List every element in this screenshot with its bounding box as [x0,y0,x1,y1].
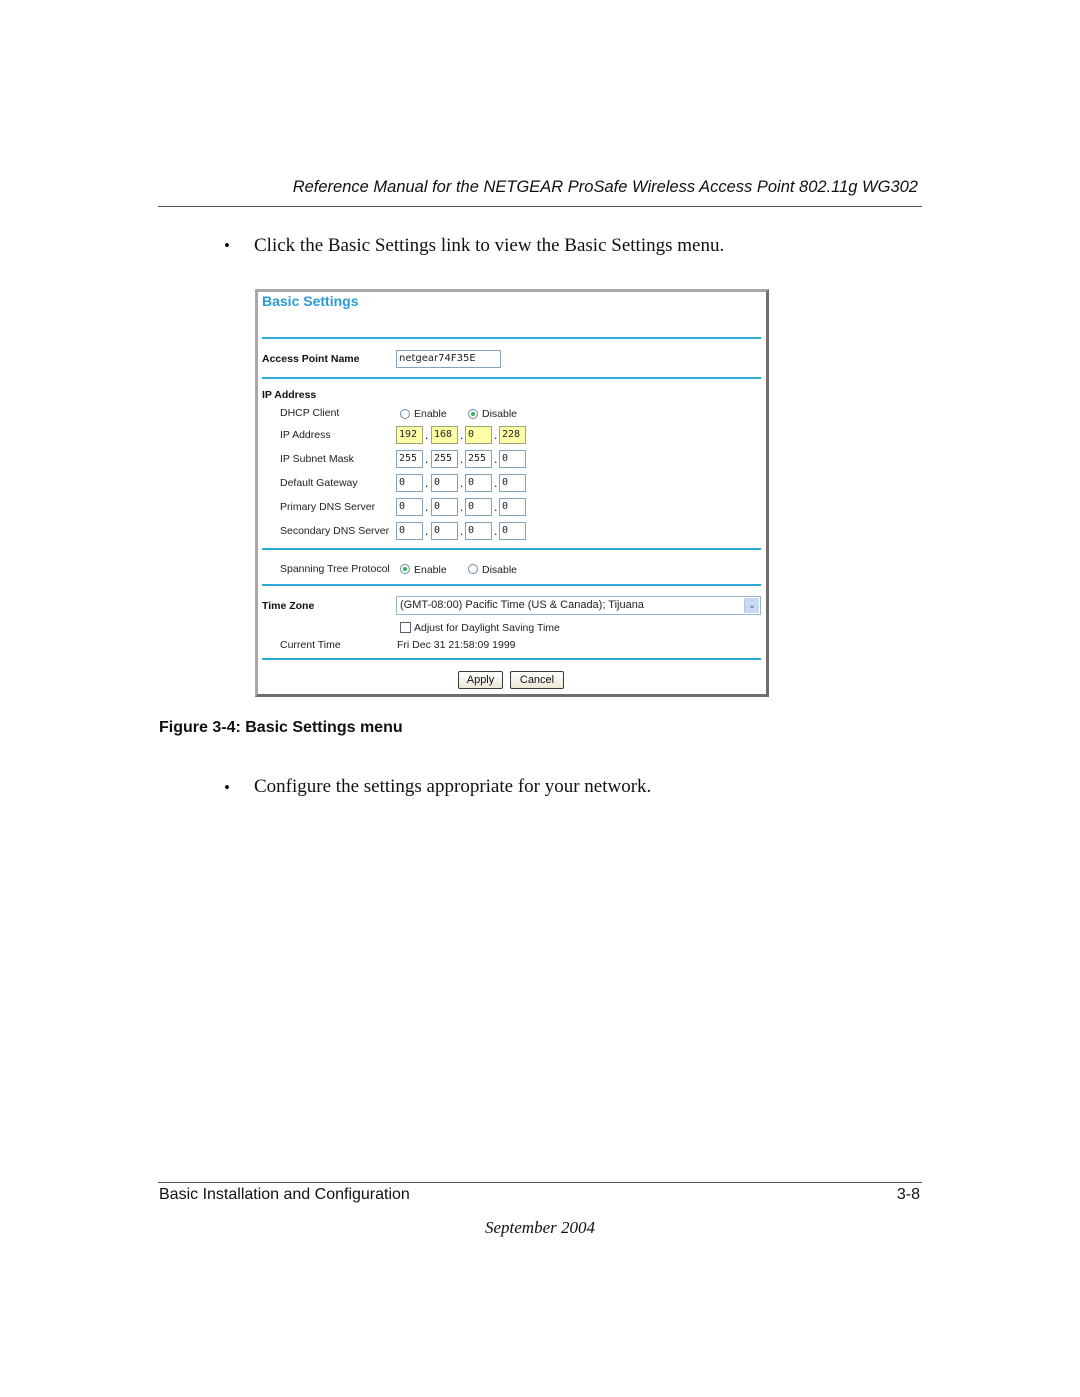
daylight-saving-label: Adjust for Daylight Saving Time [414,622,560,634]
subnet-mask-octet-4[interactable]: 0 [499,450,526,468]
section-divider [262,584,761,586]
dhcp-disable-label: Disable [482,408,518,420]
dhcp-enable-radio[interactable] [400,409,410,419]
ip-address-octet-2[interactable]: 168 [431,426,458,444]
spanning-tree-enable-radio[interactable] [400,564,410,574]
time-zone-value: (GMT-08:00) Pacific Time (US & Canada); … [400,599,644,611]
time-zone-select[interactable]: (GMT-08:00) Pacific Time (US & Canada); … [396,596,761,615]
primary-dns-octet-1[interactable]: 0 [396,498,423,516]
octet-separator: . [494,452,498,466]
ip-address-octet-4[interactable]: 228 [499,426,526,444]
octet-separator: . [494,500,498,514]
octet-separator: . [460,428,464,442]
octet-separator: . [425,452,429,466]
section-divider [262,658,761,660]
running-header: Reference Manual for the NETGEAR ProSafe… [292,178,918,196]
gateway-octet-3[interactable]: 0 [465,474,492,492]
ip-address-octet-1[interactable]: 192 [396,426,423,444]
octet-separator: . [460,476,464,490]
ip-address-label: IP Address [280,429,331,441]
basic-settings-screenshot [255,289,769,697]
secondary-dns-octet-3[interactable]: 0 [465,522,492,540]
octet-separator: . [425,476,429,490]
spanning-tree-enable-label: Enable [414,564,447,576]
dhcp-disable-radio[interactable] [468,409,478,419]
footer-section-title: Basic Installation and Configuration [159,1186,410,1203]
apply-button[interactable]: Apply [458,671,503,689]
octet-separator: . [425,524,429,538]
primary-dns-octet-2[interactable]: 0 [431,498,458,516]
subnet-mask-octet-3[interactable]: 255 [465,450,492,468]
current-time-label: Current Time [280,639,341,651]
panel-title: Basic Settings [262,293,359,309]
secondary-dns-octet-1[interactable]: 0 [396,522,423,540]
chevron-down-icon[interactable]: ⌄ [744,598,759,613]
footer-date: September 2004 [484,1218,595,1237]
gateway-octet-1[interactable]: 0 [396,474,423,492]
default-gateway-label: Default Gateway [280,477,358,489]
spanning-tree-disable-radio[interactable] [468,564,478,574]
subnet-mask-octet-1[interactable]: 255 [396,450,423,468]
octet-separator: . [425,428,429,442]
subnet-mask-octet-2[interactable]: 255 [431,450,458,468]
section-divider [262,377,761,379]
gateway-octet-2[interactable]: 0 [431,474,458,492]
instruction-text: Click the Basic Settings link to view th… [254,235,725,256]
octet-separator: . [494,428,498,442]
footer-rule [158,1182,922,1183]
daylight-saving-checkbox[interactable] [400,622,411,633]
section-divider [262,548,761,550]
section-divider [262,337,761,339]
spanning-tree-label: Spanning Tree Protocol [280,563,390,575]
dhcp-enable-label: Enable [414,408,447,420]
octet-separator: . [460,524,464,538]
bullet-glyph: • [224,778,230,797]
access-point-name-input[interactable]: netgear74F35E [396,350,501,368]
octet-separator: . [494,476,498,490]
primary-dns-octet-4[interactable]: 0 [499,498,526,516]
page-number: 3-8 [896,1186,920,1203]
ip-address-section-label: IP Address [262,389,317,401]
bullet-glyph: • [224,236,230,255]
primary-dns-octet-3[interactable]: 0 [465,498,492,516]
octet-separator: . [494,524,498,538]
octet-separator: . [425,500,429,514]
octet-separator: . [460,500,464,514]
gateway-octet-4[interactable]: 0 [499,474,526,492]
secondary-dns-label: Secondary DNS Server [280,525,390,537]
subnet-mask-label: IP Subnet Mask [280,453,354,465]
secondary-dns-octet-4[interactable]: 0 [499,522,526,540]
spanning-tree-disable-label: Disable [482,564,518,576]
cancel-button[interactable]: Cancel [510,671,564,689]
current-time-value: Fri Dec 31 21:58:09 1999 [397,639,516,651]
instruction-text: Configure the settings appropriate for y… [254,776,652,797]
ip-address-octet-3[interactable]: 0 [465,426,492,444]
header-rule [158,206,922,207]
primary-dns-label: Primary DNS Server [280,501,376,513]
secondary-dns-octet-2[interactable]: 0 [431,522,458,540]
access-point-name-label: Access Point Name [262,353,360,365]
octet-separator: . [460,452,464,466]
figure-caption: Figure 3-4: Basic Settings menu [159,719,403,736]
dhcp-client-label: DHCP Client [280,407,340,419]
time-zone-label: Time Zone [262,600,315,612]
